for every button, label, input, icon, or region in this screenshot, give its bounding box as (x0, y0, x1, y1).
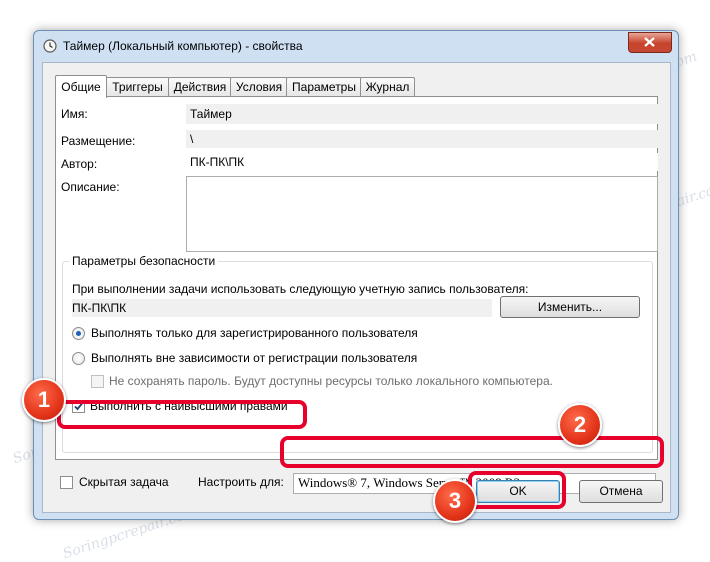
window-title: Таймер (Локальный компьютер) - свойства (63, 39, 303, 53)
radio-any-user[interactable] (72, 352, 85, 365)
highlight-ok-button (468, 471, 566, 509)
location-field[interactable]: \ (186, 130, 658, 148)
hidden-task-label[interactable]: Скрытая задача (79, 475, 169, 489)
clock-icon (43, 39, 57, 53)
step-badge-3: 3 (433, 479, 477, 523)
configure-for-label: Настроить для: (198, 475, 284, 489)
name-label: Имя: (61, 107, 88, 121)
tab-actions[interactable]: Действия (168, 77, 232, 97)
close-button[interactable] (628, 32, 672, 53)
close-icon (644, 37, 655, 47)
highlight-configure-for (280, 436, 664, 468)
step-badge-2: 2 (558, 403, 602, 447)
name-field[interactable]: Таймер (186, 104, 658, 124)
account-prompt: При выполнении задачи использовать следу… (72, 282, 529, 296)
tab-conditions[interactable]: Условия (230, 77, 288, 97)
tab-settings[interactable]: Параметры (286, 77, 362, 97)
tab-triggers[interactable]: Триггеры (105, 77, 170, 97)
change-user-button[interactable]: Изменить... (500, 296, 640, 318)
highlight-highest-privileges (57, 400, 307, 429)
account-field[interactable]: ПК-ПК\ПК (72, 299, 492, 317)
step-badge-1: 1 (22, 378, 66, 422)
radio-logged-on-label[interactable]: Выполнять только для зарегистрированного… (91, 326, 418, 340)
security-group-title: Параметры безопасности (69, 254, 219, 268)
radio-logged-on-only[interactable] (72, 327, 85, 340)
no-store-password-label[interactable]: Не сохранять пароль. Будут доступны ресу… (109, 374, 553, 388)
location-label: Размещение: (61, 134, 136, 148)
description-textarea[interactable] (186, 176, 658, 252)
radio-any-user-label[interactable]: Выполнять вне зависимости от регистрации… (91, 351, 417, 365)
author-field[interactable]: ПК-ПК\ПК (186, 153, 658, 171)
description-label: Описание: (61, 180, 120, 194)
title-bar[interactable]: Таймер (Локальный компьютер) - свойства (34, 31, 678, 61)
hidden-task-checkbox[interactable] (60, 476, 73, 489)
tab-general[interactable]: Общие (55, 75, 107, 98)
no-store-password-checkbox[interactable] (91, 375, 104, 388)
cancel-button[interactable]: Отмена (579, 480, 663, 503)
author-label: Автор: (61, 157, 98, 171)
tab-history[interactable]: Журнал (360, 77, 415, 97)
